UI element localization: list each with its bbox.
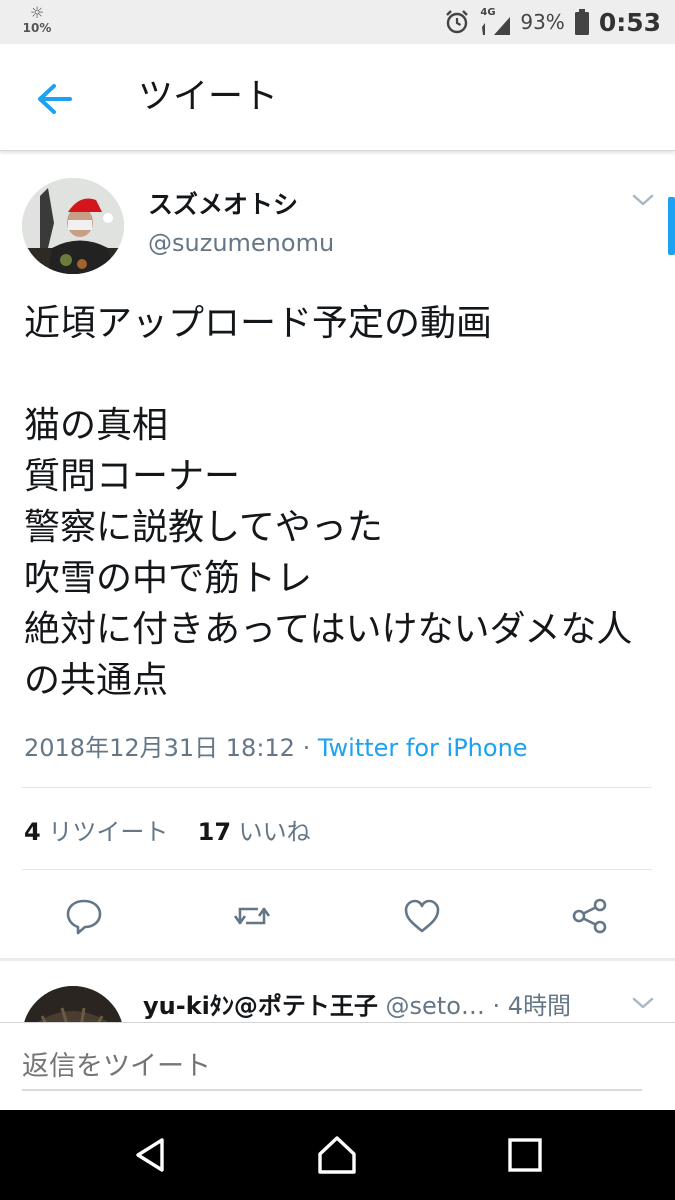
alarm-icon <box>446 10 469 34</box>
system-nav-bar <box>0 1110 675 1200</box>
tweet-source-link[interactable]: Twitter for iPhone <box>318 734 528 762</box>
section-divider <box>0 958 675 961</box>
recent-apps-icon[interactable] <box>502 1132 548 1178</box>
reply-input[interactable] <box>22 1043 642 1091</box>
divider <box>22 869 652 870</box>
chevron-down-icon[interactable] <box>630 190 656 210</box>
home-icon[interactable] <box>314 1132 360 1178</box>
meta-separator: · <box>294 734 318 762</box>
retweet-label[interactable]: リツイート <box>48 818 168 846</box>
battery-icon <box>574 9 589 35</box>
status-icons: 4G 93% 0:53 <box>444 0 661 44</box>
back-triangle-icon[interactable] <box>128 1132 174 1178</box>
reply-time: · 4時間 <box>484 992 572 1020</box>
app-bar: ツイート <box>0 44 675 151</box>
arrow-left-icon <box>38 84 72 114</box>
signal-indicator: 4G <box>480 7 511 35</box>
tweet-stats: 4 リツイート 17 いいね <box>24 812 311 847</box>
sun-icon: ☼ <box>29 3 45 22</box>
reply-handle[interactable]: @seto… <box>386 992 485 1020</box>
like-icon[interactable] <box>402 896 442 936</box>
share-icon[interactable] <box>570 896 610 936</box>
tweet-meta: 2018年12月31日 18:12 · Twitter for iPhone <box>24 728 528 763</box>
clock: 0:53 <box>598 7 661 37</box>
divider <box>22 787 652 788</box>
battery-percentage: 93% <box>520 10 565 34</box>
reply-icon[interactable] <box>64 896 104 936</box>
reply-compose-bar <box>0 1022 675 1111</box>
like-label[interactable]: いいね <box>239 818 311 846</box>
retweet-count[interactable]: 4 <box>24 818 41 846</box>
brightness-indicator: ☼ 10% <box>22 3 52 36</box>
tweet-timestamp: 2018年12月31日 18:12 <box>24 734 295 762</box>
back-button[interactable] <box>30 74 80 124</box>
author-display-name[interactable]: スズメオトシ <box>148 185 298 221</box>
signal-icon <box>482 17 511 35</box>
avatar-photo <box>22 178 124 274</box>
brightness-level: 10% <box>22 21 52 35</box>
tweet-text: 近頃アップロード予定の動画 猫の真相 質問コーナー 警察に説教してやった 吹雪の… <box>24 303 633 701</box>
scrollbar-thumb[interactable] <box>668 197 675 255</box>
reply-display-name[interactable]: yu-kiﾀﾝ@ポテト王子 <box>143 992 378 1020</box>
retweet-icon[interactable] <box>232 896 272 936</box>
page-title: ツイート <box>138 77 279 117</box>
tweet-action-bar <box>0 890 675 940</box>
chevron-down-icon[interactable] <box>630 993 656 1013</box>
like-count[interactable]: 17 <box>198 818 231 846</box>
author-handle[interactable]: @suzumenomu <box>148 229 334 257</box>
reply-header[interactable]: yu-kiﾀﾝ@ポテト王子 @seto… · 4時間 <box>143 986 571 1021</box>
status-bar: ☼ 10% 4G 93% 0:53 <box>0 0 675 44</box>
author-avatar[interactable] <box>22 178 124 274</box>
